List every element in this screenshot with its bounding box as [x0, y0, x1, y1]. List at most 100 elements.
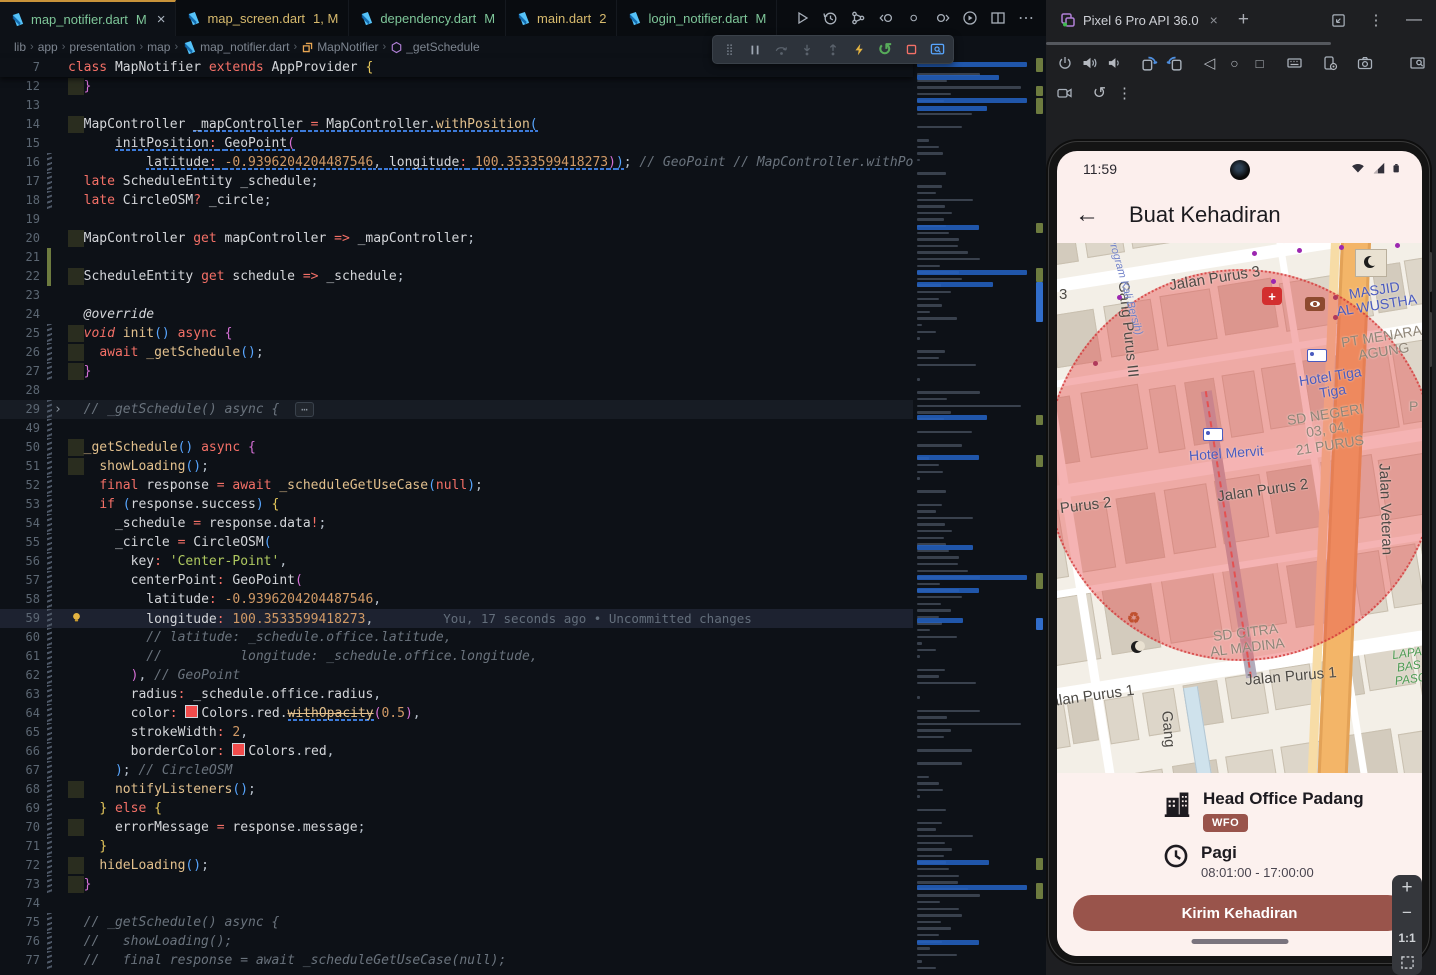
record-icon[interactable]	[1052, 80, 1077, 106]
gesture-handle[interactable]	[1191, 939, 1288, 944]
step-out-icon[interactable]	[821, 39, 845, 61]
zoom-ratio[interactable]: 1:1	[1392, 925, 1422, 950]
zoom-in-button[interactable]: +	[1392, 875, 1422, 900]
code-line-69[interactable]: 69 } else {	[0, 799, 981, 818]
code-line-67[interactable]: 67 ); // CircleOSM	[0, 761, 981, 780]
code-line-21[interactable]: 21	[0, 248, 981, 267]
run-icon[interactable]	[790, 6, 814, 30]
run-circle-icon[interactable]	[958, 6, 982, 30]
code-lines[interactable]: 12 }1314 MapController _mapController = …	[0, 77, 913, 970]
more-icon[interactable]: ⋯	[1014, 6, 1038, 30]
new-tab-button[interactable]: +	[1238, 9, 1249, 31]
code-line-57[interactable]: 57 centerPoint: GeoPoint(	[0, 571, 981, 590]
stop-icon[interactable]	[899, 39, 923, 61]
volume-up-icon[interactable]	[1077, 50, 1102, 76]
overview-ruler[interactable]	[1033, 58, 1046, 975]
breadcrumb-item-presentation[interactable]: presentation	[69, 40, 135, 54]
pause-icon[interactable]	[743, 39, 767, 61]
code-line-61[interactable]: 61 // longitude: _schedule.office.longit…	[0, 647, 981, 666]
code-line-56[interactable]: 56 key: 'Center-Point',	[0, 552, 981, 571]
nav-back-circle-icon[interactable]	[874, 6, 898, 30]
code-line-24[interactable]: 24 @override	[0, 305, 981, 324]
code-line-52[interactable]: 52 final response = await _scheduleGetUs…	[0, 476, 981, 495]
code-line-28[interactable]: 28	[0, 381, 981, 400]
fold-chevron-icon[interactable]: ›	[54, 400, 62, 419]
step-into-icon[interactable]	[795, 39, 819, 61]
camera-icon[interactable]	[1352, 50, 1377, 76]
keyboard-icon[interactable]	[1282, 50, 1307, 76]
code-line-72[interactable]: 72 hideLoading();	[0, 856, 981, 875]
code-line-62[interactable]: 62 ), // GeoPoint	[0, 666, 981, 685]
code-line-51[interactable]: 51 showLoading();	[0, 457, 981, 476]
code-line-20[interactable]: 20 MapController get mapController => _m…	[0, 229, 981, 248]
volume-down-icon[interactable]	[1102, 50, 1127, 76]
breadcrumb-item-_getSchedule[interactable]: _getSchedule	[390, 40, 479, 54]
close-icon[interactable]: ×	[1210, 12, 1218, 28]
timeline-icon[interactable]	[818, 6, 842, 30]
device-settings-icon[interactable]	[1317, 50, 1342, 76]
code-line-18[interactable]: 18 late CircleOSM? _circle;	[0, 191, 981, 210]
lightbulb-icon[interactable]	[70, 611, 83, 625]
code-line-55[interactable]: 55 _circle = CircleOSM(	[0, 533, 981, 552]
snapshot-restore-icon[interactable]: ↺	[1087, 80, 1112, 106]
code-line-64[interactable]: 64 color: Colors.red.withOpacity(0.5),	[0, 704, 981, 723]
dock-icon[interactable]	[1326, 8, 1350, 32]
code-line-19[interactable]: 19	[0, 210, 981, 229]
code-line-17[interactable]: 17 late ScheduleEntity _schedule;	[0, 172, 981, 191]
code-line-54[interactable]: 54 _schedule = response.data!;	[0, 514, 981, 533]
code-line-53[interactable]: 53 if (response.success) {	[0, 495, 981, 514]
code-line-26[interactable]: 26 await _getSchedule();	[0, 343, 981, 362]
code-line-50[interactable]: 50 _getSchedule() async {	[0, 438, 981, 457]
breadcrumb-item-MapNotifier[interactable]: MapNotifier	[301, 40, 378, 54]
code-line-74[interactable]: 74	[0, 894, 981, 913]
overview-icon[interactable]: □	[1247, 50, 1272, 76]
code-line-16[interactable]: 16 latitude: -0.9396204204487546, longit…	[0, 153, 981, 172]
code-line-29[interactable]: 29› // _getSchedule() async { ⋯	[0, 400, 981, 419]
split-editor-icon[interactable]	[986, 6, 1010, 30]
code-line-12[interactable]: 12 }	[0, 77, 981, 96]
power-icon[interactable]	[1052, 50, 1077, 76]
tab-scroll-indicator[interactable]	[1046, 42, 1331, 45]
map-canvas[interactable]: Jalan Purus 3MASJIDAL WUSTHAPT MENARAAGU…	[1057, 243, 1422, 773]
kebab-icon[interactable]: ⋮	[1364, 8, 1388, 32]
code-line-75[interactable]: 75 // _getSchedule() async {	[0, 913, 981, 932]
breadcrumb-item-map[interactable]: map	[147, 40, 170, 54]
code-line-77[interactable]: 77 // final response = await _scheduleGe…	[0, 951, 981, 970]
editor-tab-map_notifier-dart[interactable]: map_notifier.dartM×	[0, 0, 176, 36]
breadcrumb-item-app[interactable]: app	[38, 40, 58, 54]
compare-icon[interactable]	[846, 6, 870, 30]
close-icon[interactable]: ×	[157, 11, 166, 28]
step-over-icon[interactable]	[769, 39, 793, 61]
code-line-65[interactable]: 65 strokeWidth: 2,	[0, 723, 981, 742]
rotate-left-icon[interactable]	[1137, 50, 1162, 76]
editor-tab-dependency-dart[interactable]: dependency.dartM	[349, 0, 506, 36]
code-line-23[interactable]: 23	[0, 286, 981, 305]
nav-forward-circle-icon[interactable]	[930, 6, 954, 30]
code-line-59[interactable]: 59 longitude: 100.3533599418273,You, 17 …	[0, 609, 981, 628]
editor-tab-map_screen-dart[interactable]: map_screen.dart1, M	[176, 0, 349, 36]
editor-tab-main-dart[interactable]: main.dart2	[506, 0, 617, 36]
code-line-73[interactable]: 73 }	[0, 875, 981, 894]
kebab-icon[interactable]: ⋮	[1112, 80, 1137, 106]
zoom-fit-icon[interactable]	[1392, 950, 1422, 975]
editor-tab-login_notifier-dart[interactable]: login_notifier.dartM	[617, 0, 777, 36]
rotate-right-icon[interactable]	[1162, 50, 1187, 76]
fold-badge[interactable]: ⋯	[295, 402, 314, 417]
code-line-58[interactable]: 58 latitude: -0.9396204204487546,	[0, 590, 981, 609]
code-line-15[interactable]: 15 initPosition: GeoPoint(	[0, 134, 981, 153]
back-arrow-button[interactable]: ←	[1075, 201, 1099, 229]
minimize-icon[interactable]: —	[1402, 8, 1426, 32]
code-line-66[interactable]: 66 borderColor: Colors.red,	[0, 742, 981, 761]
code-line-22[interactable]: 22 ScheduleEntity get schedule => _sched…	[0, 267, 981, 286]
code-line-60[interactable]: 60 // latitude: _schedule.office.latitud…	[0, 628, 981, 647]
code-line-27[interactable]: 27 }	[0, 362, 981, 381]
code-line-71[interactable]: 71 }	[0, 837, 981, 856]
code-line-25[interactable]: 25 void init() async {	[0, 324, 981, 343]
nav-circle-icon[interactable]	[902, 6, 926, 30]
home-icon[interactable]: ○	[1222, 50, 1247, 76]
restart-icon[interactable]: ↺	[873, 39, 897, 61]
hot-reload-icon[interactable]	[847, 39, 871, 61]
emulator-device-tab[interactable]: Pixel 6 Pro API 36.0 ×	[1046, 0, 1228, 40]
back-icon[interactable]: ◁	[1197, 50, 1222, 76]
code-line-76[interactable]: 76 // showLoading();	[0, 932, 981, 951]
